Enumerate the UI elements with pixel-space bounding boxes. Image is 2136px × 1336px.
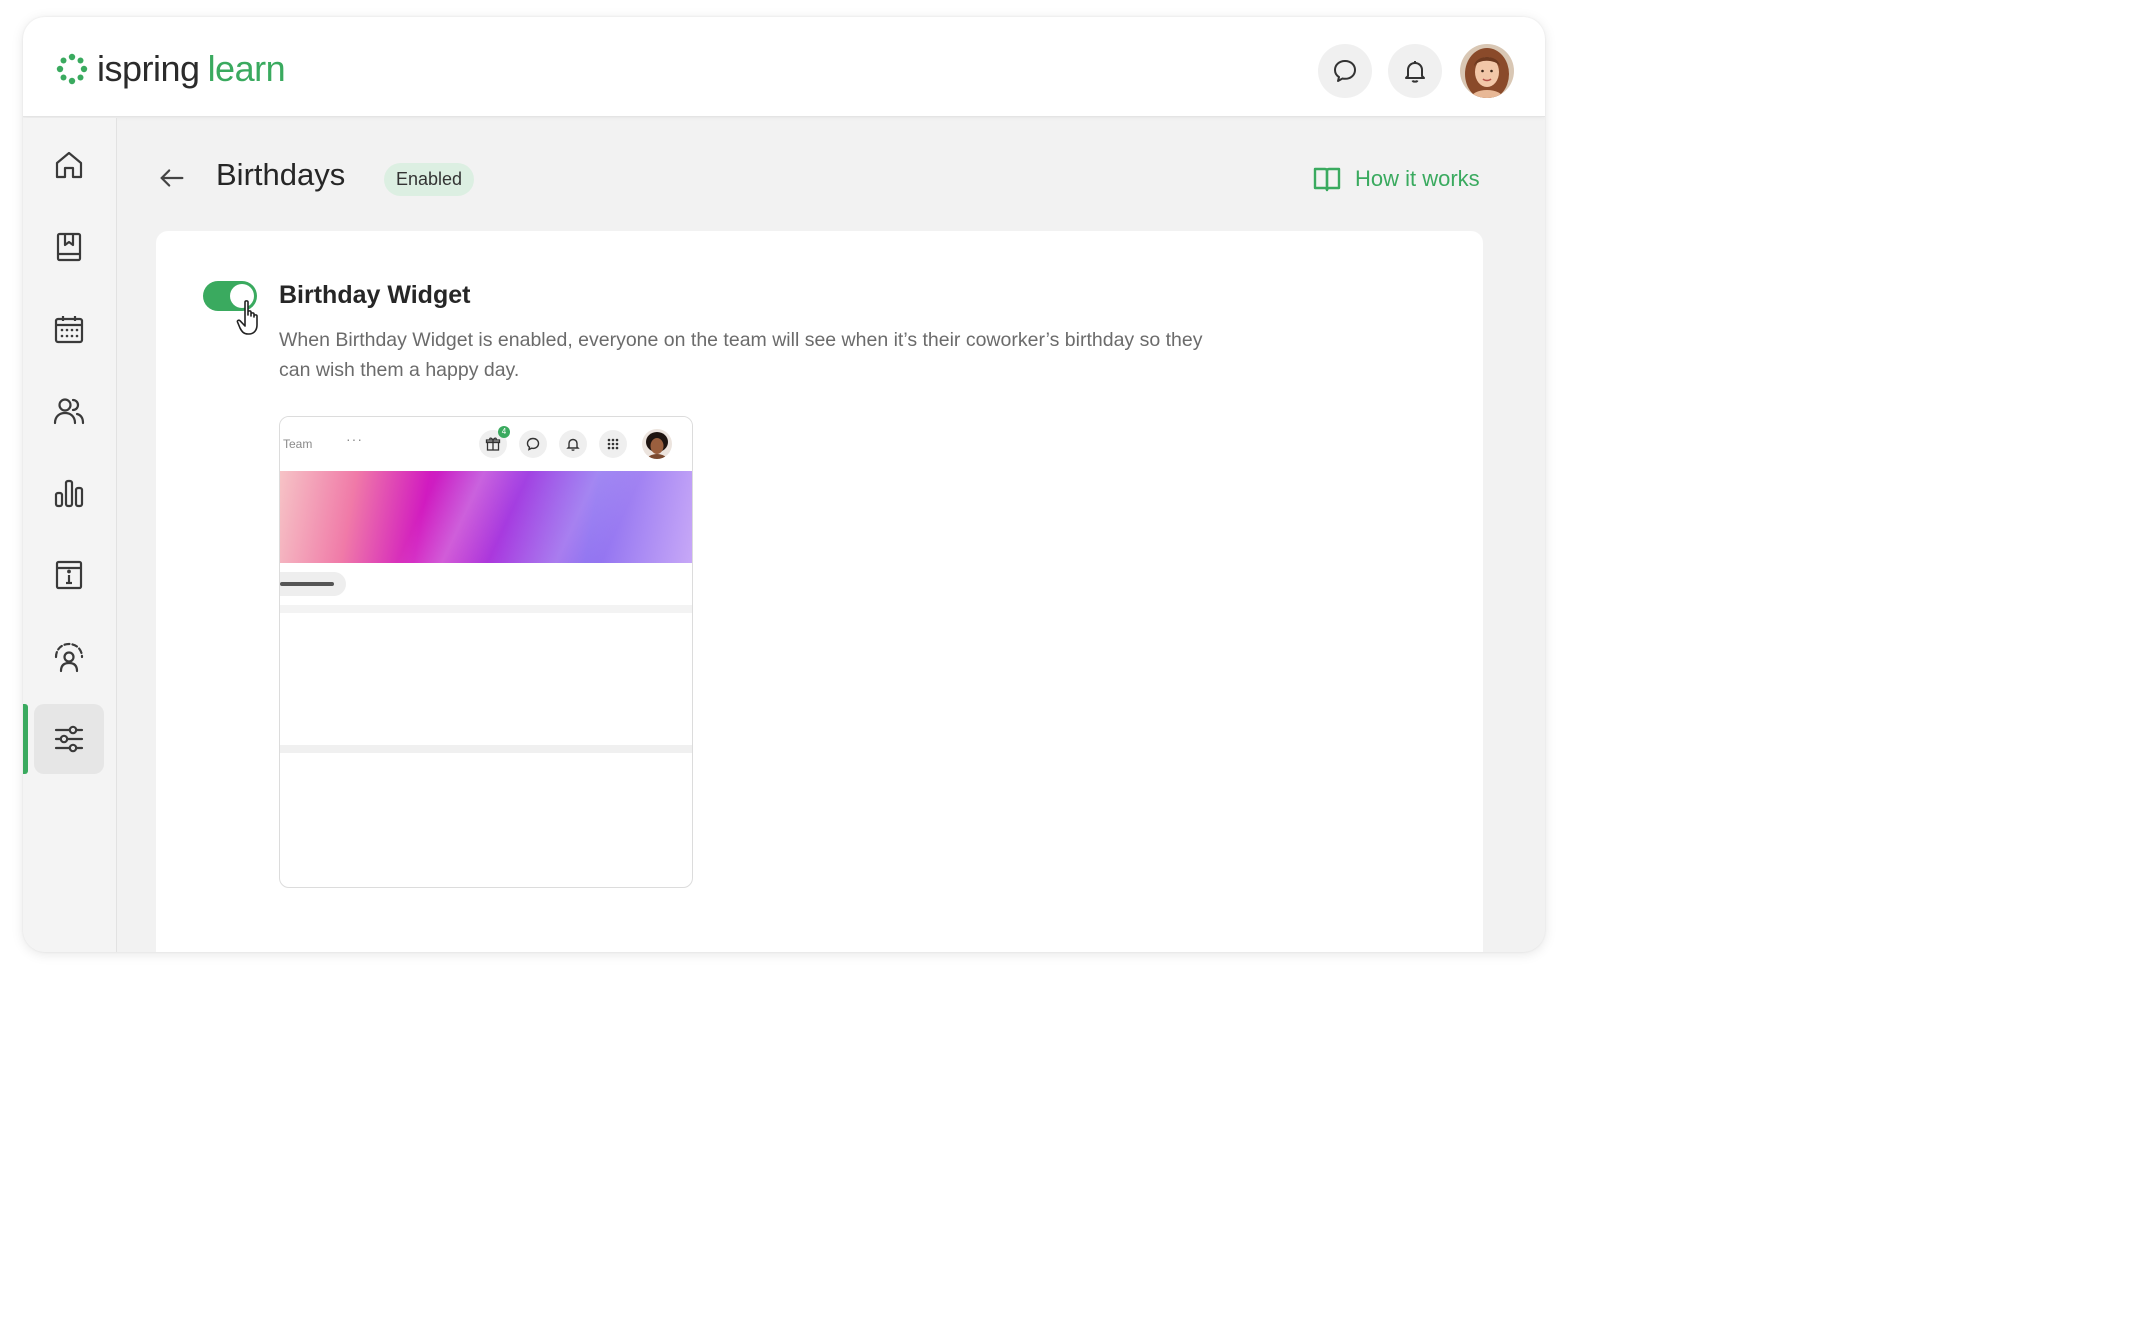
chat-button[interactable] (1318, 44, 1372, 98)
sidebar (23, 118, 117, 952)
section-title: Birthday Widget (279, 281, 471, 309)
preview-title: Team (283, 437, 313, 451)
app-window: ispring learn Birthdays Enabled How it w… (23, 17, 1545, 952)
calendar-icon (54, 316, 84, 344)
sidebar-item-performance[interactable] (34, 622, 104, 692)
preview-bell-button (559, 430, 587, 458)
user-avatar[interactable] (1460, 44, 1514, 98)
preview-cover-banner (280, 471, 692, 563)
preview-divider (280, 605, 692, 613)
logo-text-primary: ispring (97, 48, 200, 89)
preview-more-icon: ··· (346, 431, 363, 447)
sidebar-item-settings[interactable] (34, 704, 104, 774)
sidebar-item-info[interactable] (34, 540, 104, 610)
top-bar: ispring learn (23, 17, 1545, 117)
ispring-logo-icon (56, 53, 88, 85)
preview-apps-button (599, 430, 627, 458)
users-icon (53, 398, 85, 425)
page-title: Birthdays (216, 157, 346, 192)
apps-grid-icon (607, 438, 619, 450)
how-it-works-link[interactable]: How it works (1313, 163, 1480, 195)
open-book-icon (1313, 167, 1341, 192)
sidebar-item-library[interactable] (34, 212, 104, 282)
chat-icon (1334, 60, 1356, 82)
info-board-icon (55, 560, 83, 590)
preview-top-bar: Team ··· 4 (280, 417, 692, 470)
preview-divider (280, 745, 692, 753)
preview-avatar-image (642, 429, 672, 459)
section-description: When Birthday Widget is enabled, everyon… (279, 329, 1203, 381)
logo[interactable]: ispring learn (55, 47, 286, 91)
preview-pill-bar (280, 582, 334, 586)
home-icon (55, 151, 83, 179)
status-badge: Enabled (384, 163, 475, 196)
book-icon (56, 232, 82, 262)
sidebar-active-indicator (23, 704, 28, 774)
sidebar-item-home[interactable] (34, 130, 104, 200)
preview-pill (280, 572, 346, 596)
user-gauge-icon (54, 642, 84, 673)
bell-icon (1405, 61, 1425, 83)
settings-card: Birthday Widget When Birthday Widget is … (156, 231, 1483, 952)
how-it-works-label: How it works (1355, 166, 1480, 191)
gift-icon (485, 437, 501, 451)
arrow-left-icon (160, 169, 184, 187)
hand-cursor-icon (236, 300, 258, 335)
notifications-button[interactable] (1388, 44, 1442, 98)
sidebar-item-reports[interactable] (34, 458, 104, 528)
user-avatar-image (1460, 44, 1514, 98)
preview-chat-button (519, 430, 547, 458)
chat-icon (526, 437, 540, 451)
widget-preview-image: Team ··· 4 (279, 416, 693, 888)
bell-icon (566, 438, 580, 451)
sidebar-item-users[interactable] (34, 376, 104, 446)
sidebar-item-calendar[interactable] (34, 294, 104, 364)
preview-avatar (642, 429, 672, 459)
preview-gift-badge: 4 (498, 426, 510, 438)
logo-text-secondary: learn (207, 48, 286, 89)
bar-chart-icon (54, 479, 84, 508)
sliders-icon (54, 725, 84, 753)
back-button[interactable] (156, 162, 188, 194)
